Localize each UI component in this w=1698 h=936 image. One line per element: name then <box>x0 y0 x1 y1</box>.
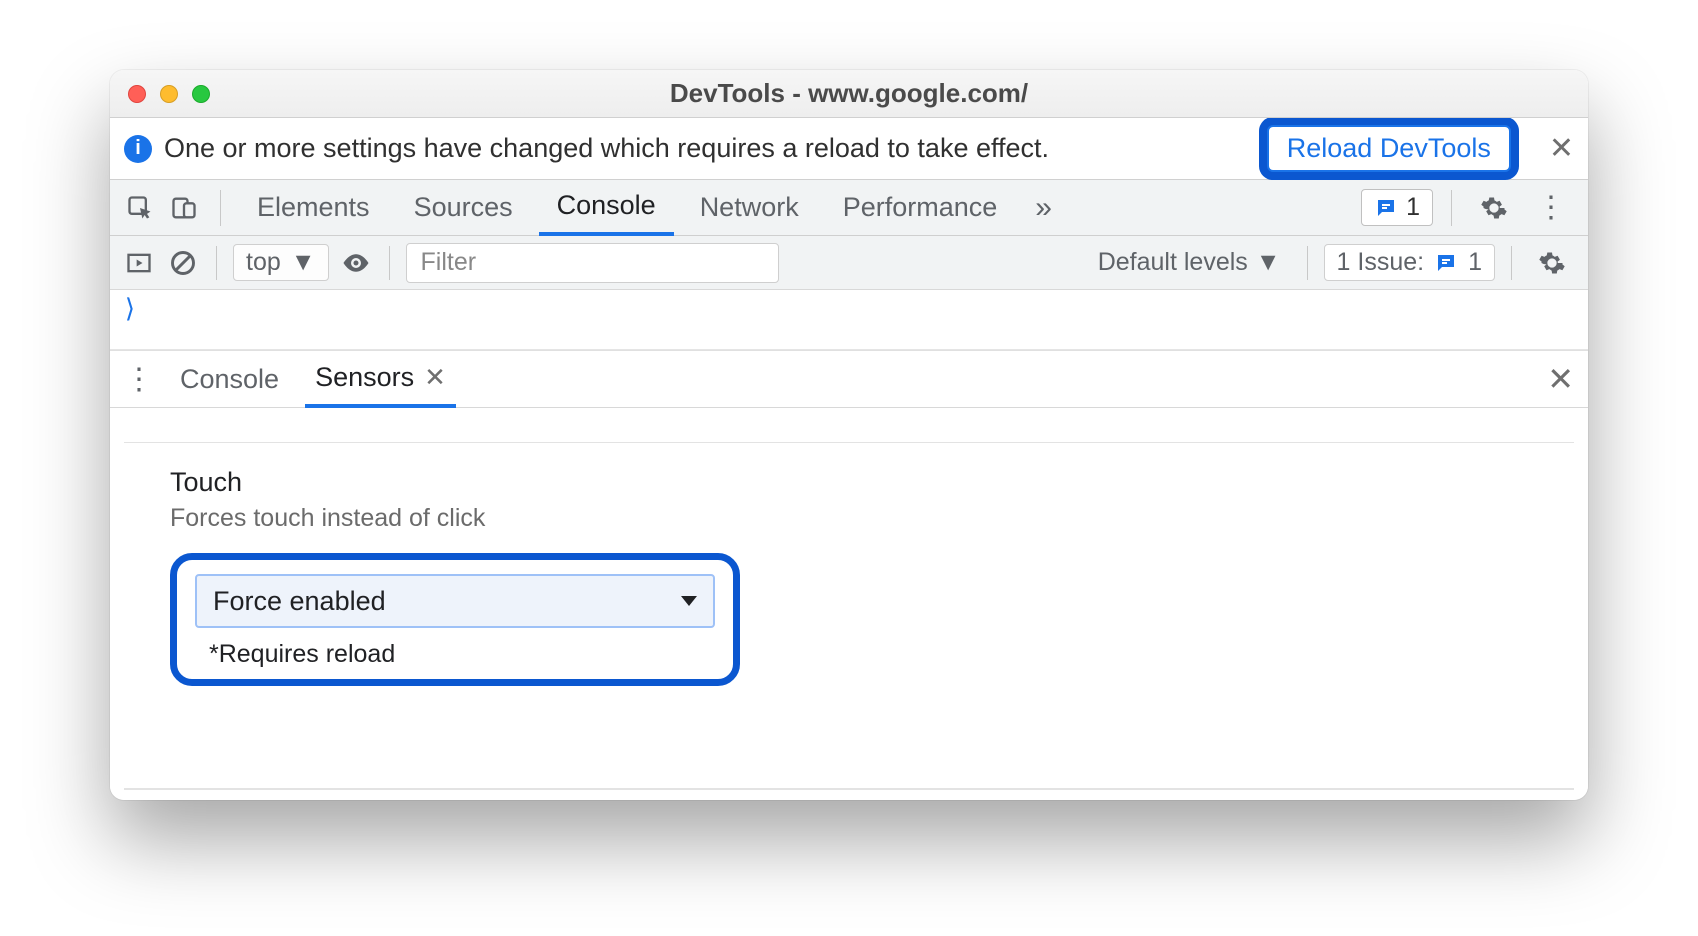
drawer-tabbar: ⋮ Console Sensors ✕ ✕ <box>110 350 1588 408</box>
issues-icon <box>1434 251 1458 275</box>
separator <box>1451 190 1452 226</box>
main-tabbar: Elements Sources Console Network Perform… <box>110 180 1588 236</box>
tab-performance[interactable]: Performance <box>825 180 1016 236</box>
issues-chip[interactable]: 1 <box>1361 189 1433 226</box>
reload-devtools-button[interactable]: Reload DevTools <box>1267 125 1511 172</box>
reload-infobar: i One or more settings have changed whic… <box>110 118 1588 180</box>
separator <box>1511 246 1512 280</box>
devtools-window: DevTools - www.google.com/ i One or more… <box>110 70 1588 800</box>
touch-select-value: Force enabled <box>213 586 386 617</box>
toggle-sidebar-icon[interactable] <box>122 249 156 277</box>
issues-icon <box>1374 196 1398 220</box>
more-options-icon[interactable]: ⋮ <box>1526 190 1576 225</box>
filter-placeholder: Filter <box>421 248 477 277</box>
drawer-more-icon[interactable]: ⋮ <box>124 362 154 397</box>
drawer-tab-label: Console <box>180 364 279 395</box>
drawer-close-button[interactable]: ✕ <box>1547 360 1574 398</box>
console-body[interactable]: ⟩ <box>110 290 1588 350</box>
touch-label: Touch <box>170 467 1528 498</box>
chevron-down-icon <box>681 596 697 606</box>
separator <box>216 246 217 280</box>
tab-sources[interactable]: Sources <box>396 180 531 236</box>
close-tab-icon[interactable]: ✕ <box>424 362 446 393</box>
drawer-tab-console[interactable]: Console <box>170 350 289 408</box>
separator <box>220 190 221 226</box>
chevron-down-icon: ▼ <box>291 248 316 277</box>
annotation-highlight: Force enabled *Requires reload <box>170 553 740 686</box>
separator <box>389 246 390 280</box>
more-tabs-button[interactable]: » <box>1023 191 1064 225</box>
zoom-window-button[interactable] <box>192 85 210 103</box>
clear-console-icon[interactable] <box>166 249 200 277</box>
drawer-tab-label: Sensors <box>315 362 414 393</box>
issues-count: 1 <box>1468 248 1482 277</box>
issues-label: 1 Issue: <box>1337 248 1425 277</box>
issues-button[interactable]: 1 Issue: 1 <box>1324 244 1495 281</box>
device-toolbar-icon[interactable] <box>166 194 202 222</box>
window-controls <box>128 85 210 103</box>
context-selector[interactable]: top ▼ <box>233 244 329 281</box>
filter-input[interactable]: Filter <box>406 243 780 283</box>
console-settings-icon[interactable] <box>1528 249 1576 277</box>
tab-console[interactable]: Console <box>539 180 674 236</box>
drawer-tab-sensors[interactable]: Sensors ✕ <box>305 350 456 408</box>
console-toolbar: top ▼ Filter Default levels ▼ 1 Issue: <box>110 236 1588 290</box>
levels-label: Default levels <box>1098 248 1248 277</box>
infobar-close-button[interactable]: ✕ <box>1549 131 1574 166</box>
touch-description: Forces touch instead of click <box>170 504 1528 533</box>
inspect-element-icon[interactable] <box>122 194 158 222</box>
console-prompt-icon: ⟩ <box>122 294 138 324</box>
tab-network[interactable]: Network <box>682 180 817 236</box>
titlebar: DevTools - www.google.com/ <box>110 70 1588 118</box>
window-title: DevTools - www.google.com/ <box>110 78 1588 109</box>
separator <box>1307 246 1308 280</box>
divider <box>124 788 1574 790</box>
live-expression-icon[interactable] <box>339 248 373 278</box>
close-window-button[interactable] <box>128 85 146 103</box>
settings-icon[interactable] <box>1470 194 1518 222</box>
minimize-window-button[interactable] <box>160 85 178 103</box>
touch-select[interactable]: Force enabled <box>195 574 715 628</box>
sensors-panel: Touch Forces touch instead of click Forc… <box>110 408 1588 800</box>
chevron-down-icon: ▼ <box>1256 248 1281 277</box>
info-icon: i <box>124 135 152 163</box>
infobar-message: One or more settings have changed which … <box>164 133 1255 164</box>
issues-count: 1 <box>1406 193 1420 222</box>
log-levels-selector[interactable]: Default levels ▼ <box>1088 248 1291 277</box>
context-value: top <box>246 248 281 277</box>
requires-reload-note: *Requires reload <box>195 640 715 669</box>
divider <box>124 442 1574 443</box>
tab-elements[interactable]: Elements <box>239 180 388 236</box>
